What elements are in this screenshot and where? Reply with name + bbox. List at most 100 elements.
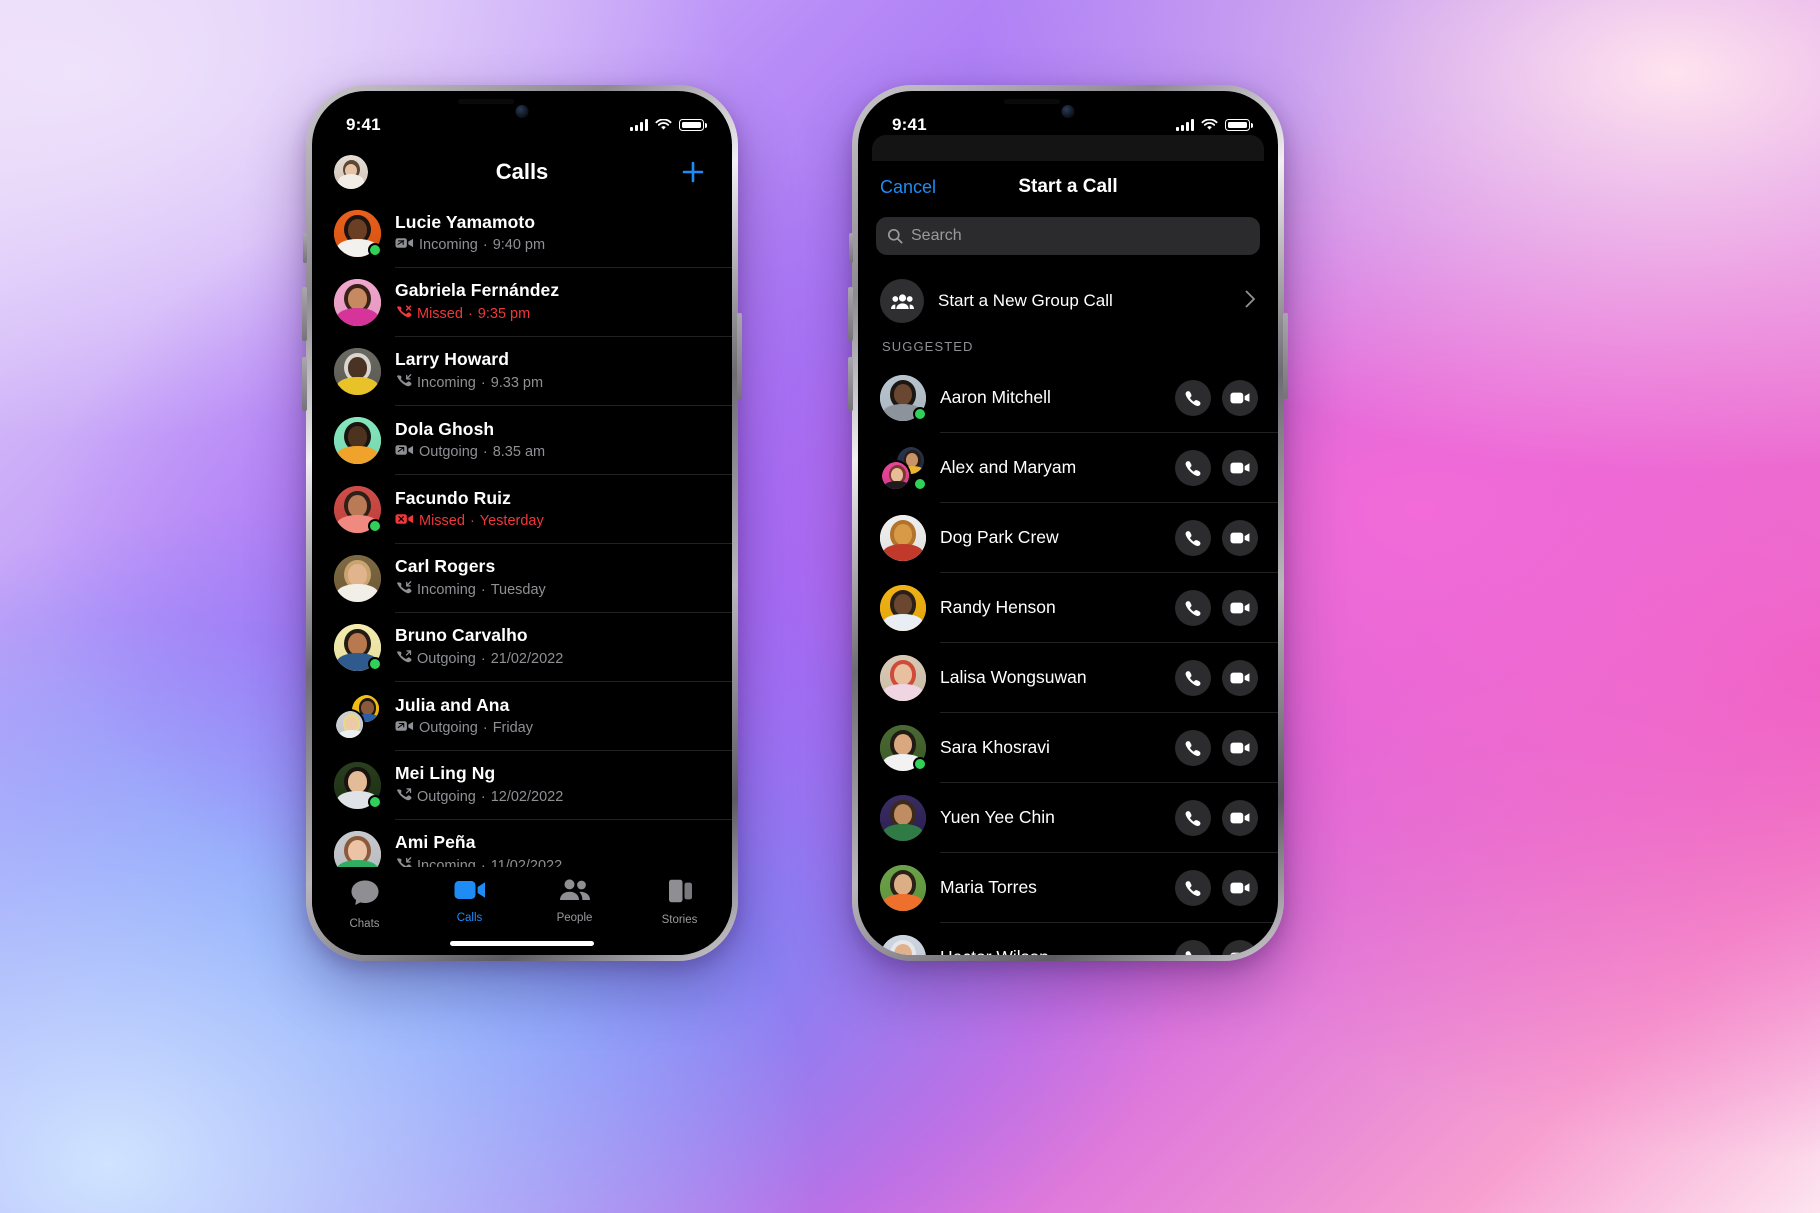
audio-call-button[interactable] (1175, 379, 1211, 416)
suggested-contact-row[interactable]: Randy Henson (858, 573, 1278, 643)
video-call-button[interactable] (1222, 589, 1258, 626)
contact-avatar (880, 655, 926, 701)
battery-full-icon (679, 119, 707, 131)
audio-call-button[interactable] (1175, 519, 1211, 556)
tab-calls[interactable]: Calls (417, 879, 522, 924)
call-time: Friday (492, 720, 533, 736)
call-log-row[interactable]: Mei Ling Ng Outgoing · 12/02/2022 (312, 751, 732, 820)
video-call-button[interactable] (1222, 939, 1258, 955)
volume-down-button[interactable] (302, 357, 307, 411)
suggested-contact-row[interactable]: Alex and Maryam (858, 433, 1278, 503)
group-people-icon (880, 279, 924, 323)
profile-avatar[interactable] (334, 155, 368, 189)
volume-down-button[interactable] (848, 357, 853, 411)
people-icon (559, 879, 591, 906)
contact-avatar (334, 762, 382, 809)
call-time: Yesterday (479, 513, 544, 529)
suggested-contact-row[interactable]: Dog Park Crew (858, 503, 1278, 573)
call-log-row[interactable]: Julia and Ana Outgoing · Friday (312, 682, 732, 751)
online-status-dot (913, 477, 927, 491)
suggested-contact-row[interactable]: Maria Torres (858, 853, 1278, 923)
video-call-button[interactable] (1222, 659, 1258, 696)
video-call-button[interactable] (1222, 379, 1258, 416)
video-call-button[interactable] (1222, 519, 1258, 556)
call-separator: · (467, 306, 473, 322)
calls-list[interactable]: Lucie Yamamoto Incoming · 9:40 pm Gabrie… (312, 199, 732, 867)
earpiece-speaker (458, 99, 514, 104)
volume-up-button[interactable] (302, 287, 307, 341)
call-log-row[interactable]: Dola Ghosh Outgoing · 8.35 am (312, 406, 732, 475)
cancel-button[interactable]: Cancel (880, 177, 936, 198)
audio-call-button[interactable] (1175, 869, 1211, 906)
status-time: 9:41 (892, 115, 927, 134)
contact-name: Yuen Yee Chin (940, 807, 1055, 827)
tab-label: People (556, 912, 593, 924)
suggested-contacts-list[interactable]: Aaron Mitchell Alex and Maryam Dog Park … (858, 363, 1278, 955)
call-separator: · (480, 582, 486, 598)
audio-call-button[interactable] (1175, 939, 1211, 955)
mute-switch[interactable] (849, 233, 853, 263)
call-direction: Incoming (419, 237, 478, 253)
call-log-row[interactable]: Lucie Yamamoto Incoming · 9:40 pm (312, 199, 732, 268)
tab-stories[interactable]: Stories (627, 879, 732, 926)
call-direction: Outgoing (419, 444, 478, 460)
call-log-row[interactable]: Carl Rogers Incoming · Tuesday (312, 544, 732, 613)
new-call-button[interactable] (676, 159, 710, 185)
signal-bars-icon (1176, 119, 1194, 131)
video-outgoing-icon (395, 443, 414, 461)
suggested-contact-row[interactable]: Aaron Mitchell (858, 363, 1278, 433)
online-status-dot (368, 795, 382, 809)
call-separator: · (482, 444, 488, 460)
power-button[interactable] (737, 313, 742, 399)
mute-switch[interactable] (303, 233, 307, 263)
power-button[interactable] (1283, 313, 1288, 399)
suggested-contact-row[interactable]: Yuen Yee Chin (858, 783, 1278, 853)
audio-call-button[interactable] (1175, 589, 1211, 626)
contact-name: Bruno Carvalho (395, 625, 528, 645)
home-indicator[interactable] (450, 941, 594, 946)
call-time: 9:40 pm (492, 237, 546, 253)
chevron-right-icon (1245, 290, 1256, 313)
start-call-screen: 9:41 Cancel Start a Call Search Start a … (858, 91, 1278, 955)
call-log-row[interactable]: Gabriela Fernández Missed · 9:35 pm (312, 268, 732, 337)
search-input[interactable]: Search (876, 217, 1260, 255)
video-call-button[interactable] (1222, 869, 1258, 906)
call-log-row[interactable]: Facundo Ruiz Missed · Yesterday (312, 475, 732, 544)
video-call-button[interactable] (1222, 799, 1258, 836)
call-time: 21/02/2022 (490, 651, 564, 667)
suggested-contact-row[interactable]: Hector Wilson (858, 923, 1278, 955)
audio-call-button[interactable] (1175, 729, 1211, 766)
contact-avatar (334, 624, 382, 671)
front-camera-icon (1061, 105, 1075, 118)
call-log-row[interactable]: Larry Howard Incoming · 9.33 pm (312, 337, 732, 406)
call-time: 12/02/2022 (490, 789, 564, 805)
call-log-row[interactable]: Bruno Carvalho Outgoing · 21/02/2022 (312, 613, 732, 682)
call-separator: · (482, 237, 488, 253)
call-separator: · (480, 858, 486, 867)
front-camera-icon (515, 105, 529, 118)
contact-avatar (334, 555, 381, 602)
contact-avatar (880, 375, 927, 421)
start-new-group-call-row[interactable]: Start a New Group Call (880, 273, 1260, 329)
tab-chats[interactable]: Chats (312, 879, 417, 930)
call-log-row[interactable]: Ami Peña Incoming · 11/02/2022 (312, 820, 732, 867)
volume-up-button[interactable] (848, 287, 853, 341)
video-missed-icon (395, 512, 414, 530)
contact-avatar (880, 935, 926, 955)
call-direction: Missed (419, 513, 465, 529)
contact-avatar (334, 417, 381, 464)
contact-name: Alex and Maryam (940, 457, 1077, 477)
video-call-button[interactable] (1222, 449, 1258, 486)
contact-name: Facundo Ruiz (395, 488, 511, 508)
suggested-contact-row[interactable]: Sara Khosravi (858, 713, 1278, 783)
suggested-contact-row[interactable]: Lalisa Wongsuwan (858, 643, 1278, 713)
contact-avatar (334, 279, 381, 326)
tab-people[interactable]: People (522, 879, 627, 924)
earpiece-speaker (1004, 99, 1060, 104)
audio-call-button[interactable] (1175, 799, 1211, 836)
video-call-button[interactable] (1222, 729, 1258, 766)
contact-name: Lucie Yamamoto (395, 212, 536, 232)
phone-incoming-icon (395, 856, 412, 867)
audio-call-button[interactable] (1175, 449, 1211, 486)
audio-call-button[interactable] (1175, 659, 1211, 696)
